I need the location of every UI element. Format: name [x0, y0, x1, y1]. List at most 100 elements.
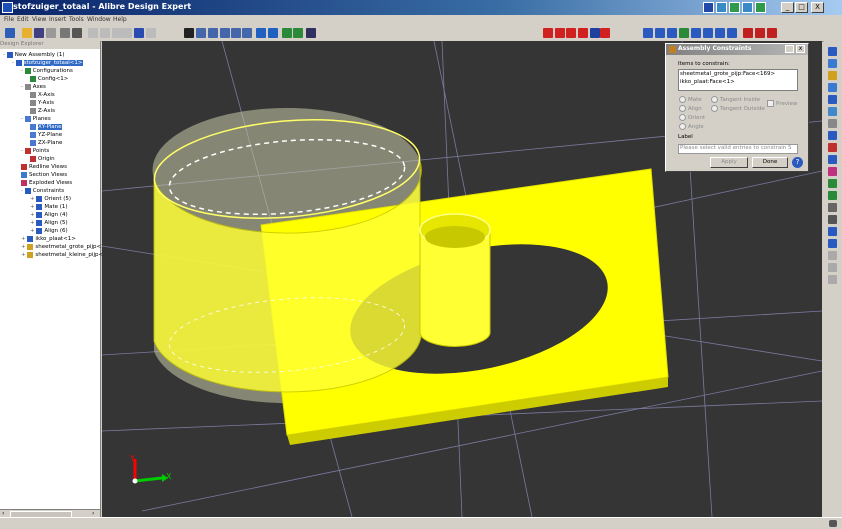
menu-window[interactable]: Window	[87, 16, 111, 23]
session-icon[interactable]	[729, 2, 740, 13]
explode-icon[interactable]	[727, 28, 737, 38]
tree-node[interactable]: + Align (5)	[30, 219, 68, 227]
items-list[interactable]: sheetmetal_grote_pijp:Face<169> ikko_pla…	[678, 69, 798, 91]
tree-node[interactable]: - Points	[21, 147, 49, 155]
tree-node[interactable]: - Configurations	[21, 67, 73, 75]
fix-icon[interactable]	[828, 203, 837, 212]
paste-icon[interactable]	[112, 28, 122, 38]
next-view-icon[interactable]	[268, 28, 278, 38]
show-icon[interactable]	[828, 131, 837, 140]
tool-gray-3-icon[interactable]	[828, 275, 837, 284]
tree-node[interactable]: - Axes	[21, 83, 46, 91]
section-view-icon[interactable]	[715, 28, 725, 38]
line-icon[interactable]	[578, 28, 588, 38]
measure-icon[interactable]	[590, 28, 600, 38]
tree-node[interactable]: Z-Axis	[30, 107, 55, 115]
radio-mate[interactable]: Mate	[679, 96, 702, 103]
app-icon[interactable]	[2, 2, 13, 13]
sketch-icon[interactable]	[543, 28, 553, 38]
save-all-icon[interactable]	[46, 28, 56, 38]
share-icon[interactable]	[703, 2, 714, 13]
tree-node[interactable]: X-Axis	[30, 91, 55, 99]
copy-icon[interactable]	[100, 28, 110, 38]
tree-node[interactable]: + sheetmetal_kleine_pijp<1	[21, 251, 107, 259]
report-icon[interactable]	[767, 28, 777, 38]
view-iso-icon[interactable]	[643, 28, 653, 38]
tree-node[interactable]: Exploded Views	[21, 179, 72, 187]
pan-icon[interactable]	[208, 28, 218, 38]
radio-orient[interactable]: Orient	[679, 114, 705, 121]
new-icon[interactable]	[5, 28, 15, 38]
bom-table-icon[interactable]	[828, 215, 837, 224]
mate-constraint-icon[interactable]	[828, 47, 837, 56]
zoom-window-icon[interactable]	[231, 28, 241, 38]
tool-gray-2-icon[interactable]	[828, 263, 837, 272]
tree-node[interactable]: - Constraints	[21, 187, 64, 195]
color-icon[interactable]	[828, 167, 837, 176]
tree-node[interactable]: + Align (4)	[30, 211, 68, 219]
zoom-fit-icon[interactable]	[242, 28, 252, 38]
maximize-button[interactable]: □	[795, 2, 808, 13]
done-button[interactable]: Done	[752, 157, 788, 168]
tree-node[interactable]: - Planes	[21, 115, 51, 123]
tree-node[interactable]: YZ-Plane	[30, 131, 62, 139]
circle-icon[interactable]	[555, 28, 565, 38]
tree-node[interactable]: + sheetmetal_grote_pijp<1	[21, 243, 105, 251]
print-icon[interactable]	[72, 28, 82, 38]
tree-node[interactable]: - New Assembly (1)	[3, 51, 65, 59]
angle-constraint-icon[interactable]	[828, 83, 837, 92]
bom-icon[interactable]	[755, 28, 765, 38]
dialog-title-bar[interactable]: Assembly Constraints x	[666, 44, 808, 55]
undo-icon[interactable]	[134, 28, 144, 38]
tangent-constraint-icon[interactable]	[828, 95, 837, 104]
item-entry[interactable]: sheetmetal_grote_pijp:Face<169>	[680, 71, 775, 77]
connect-icon[interactable]	[716, 2, 727, 13]
insert-part-icon[interactable]	[282, 28, 292, 38]
menu-tools[interactable]: Tools	[69, 16, 84, 23]
delete-icon[interactable]	[122, 28, 132, 38]
minimize-button[interactable]: _	[781, 2, 794, 13]
dimension-icon[interactable]	[600, 28, 610, 38]
previous-view-icon[interactable]	[256, 28, 266, 38]
cut-icon[interactable]	[88, 28, 98, 38]
drawing-icon[interactable]	[743, 28, 753, 38]
mass-icon[interactable]	[828, 155, 837, 164]
mirror-icon[interactable]	[828, 191, 837, 200]
dialog-minimize-button[interactable]	[785, 45, 794, 53]
tree-node[interactable]: + ikko_plaat<1>	[21, 235, 76, 243]
chat-icon[interactable]	[755, 2, 766, 13]
menu-edit[interactable]: Edit	[17, 16, 29, 23]
open-icon[interactable]	[22, 28, 32, 38]
shading-icon[interactable]	[679, 28, 689, 38]
radio-tangent-outside[interactable]: Tangent Outside	[711, 105, 765, 112]
item-entry[interactable]: ikko_plaat:Face<1>	[680, 79, 735, 85]
constraint-tool-icon[interactable]	[293, 28, 303, 38]
pattern-icon[interactable]	[828, 107, 837, 116]
view-front-icon[interactable]	[655, 28, 665, 38]
render-icon[interactable]	[306, 28, 316, 38]
save-icon[interactable]	[34, 28, 44, 38]
menu-insert[interactable]: Insert	[49, 16, 66, 23]
redo-icon[interactable]	[146, 28, 156, 38]
tree-node[interactable]: Y-Axis	[30, 99, 54, 107]
tree-node[interactable]: ZX-Plane	[30, 139, 62, 147]
align-constraint-icon[interactable]	[828, 59, 837, 68]
radio-tangent-inside[interactable]: Tangent Inside	[711, 96, 760, 103]
tool-gray-1-icon[interactable]	[828, 251, 837, 260]
hidden-lines-icon[interactable]	[703, 28, 713, 38]
label-input[interactable]: Please select valid entries to constrain…	[678, 144, 798, 154]
replace-part-icon[interactable]	[828, 179, 837, 188]
orient-constraint-icon[interactable]	[828, 71, 837, 80]
menu-help[interactable]: Help	[113, 16, 127, 23]
tree-node[interactable]: Redline Views	[21, 163, 67, 171]
help-icon[interactable]: ?	[792, 157, 803, 168]
rotate-icon[interactable]	[196, 28, 206, 38]
tree-node[interactable]: - stofzuiger_totaal<1>	[12, 59, 83, 67]
close-button[interactable]: X	[811, 2, 824, 13]
tree-node[interactable]: Origin	[30, 155, 55, 163]
edit-part-icon[interactable]	[828, 227, 837, 236]
radio-angle[interactable]: Angle	[679, 123, 704, 130]
view-top-icon[interactable]	[667, 28, 677, 38]
hide-icon[interactable]	[828, 119, 837, 128]
rectangle-icon[interactable]	[566, 28, 576, 38]
